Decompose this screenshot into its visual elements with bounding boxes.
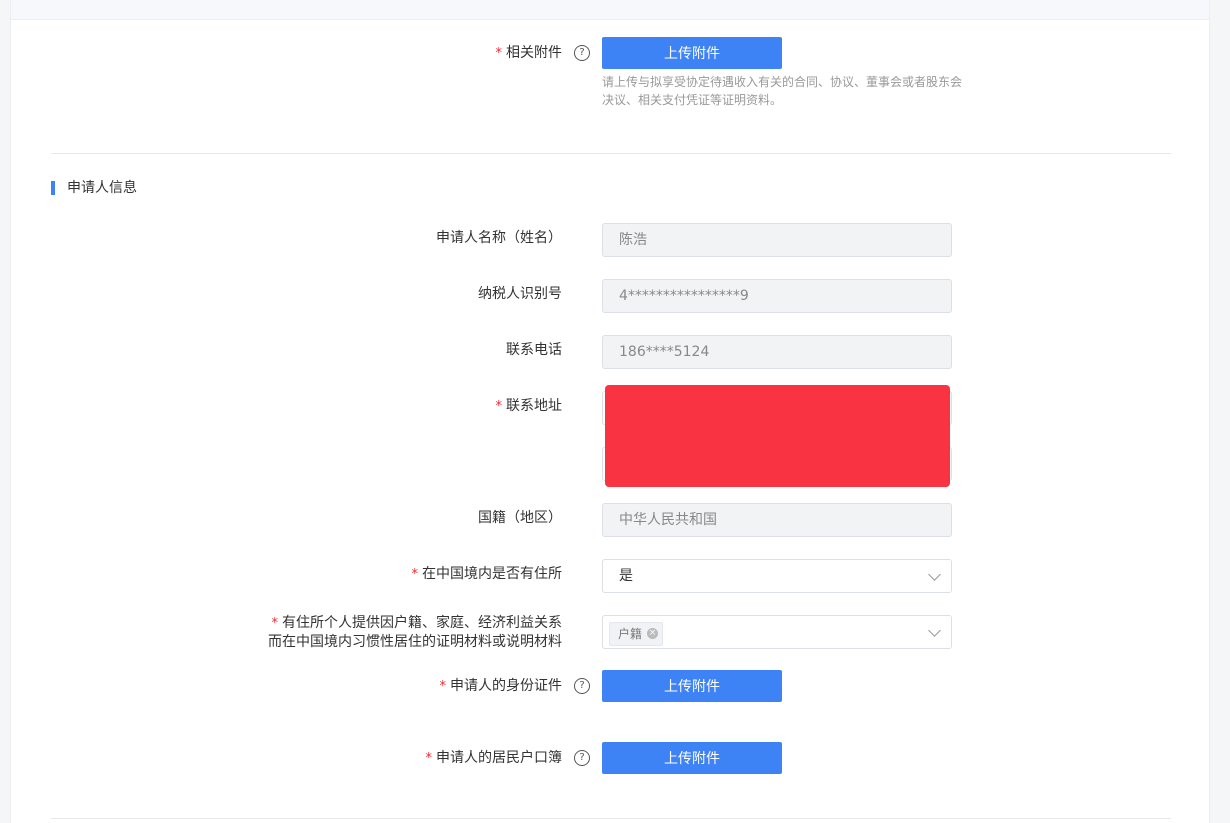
upload-household-button[interactable]: 上传附件 <box>602 742 782 774</box>
top-strip <box>10 0 1210 20</box>
tax-id-label: 纳税人识别号 <box>478 286 562 302</box>
proof-select[interactable]: 户籍 × <box>602 615 952 649</box>
redaction-block <box>605 385 950 487</box>
chevron-down-icon <box>928 568 941 581</box>
help-icon[interactable]: ? <box>574 750 590 766</box>
help-icon[interactable]: ? <box>574 45 590 61</box>
address-label: * 联系地址 <box>495 398 563 414</box>
section-divider <box>51 153 1171 154</box>
phone-label: 联系电话 <box>506 342 562 358</box>
chevron-down-icon <box>928 624 941 637</box>
form-card: * 相关附件 ? 上传附件 请上传与拟享受协定待遇收入有关的合同、协议、董事会或者… <box>10 20 1210 823</box>
help-icon[interactable]: ? <box>574 678 590 694</box>
attachments-hint: 请上传与拟享受协定待遇收入有关的合同、协议、董事会或者股东会决议、相关支付凭证等… <box>602 75 963 107</box>
upload-id-doc-button[interactable]: 上传附件 <box>602 670 782 702</box>
proof-label: * 有住所个人提供因户籍、家庭、经济利益关系 而在中国境内习惯性居住的证明材料或说… <box>268 615 562 650</box>
residence-select-value: 是 <box>619 568 633 584</box>
section-title-applicant: 申请人信息 <box>51 179 137 197</box>
household-label: * 申请人的居民户口簿 <box>425 750 563 766</box>
nationality-input[interactable]: 中华人民共和国 <box>602 503 952 537</box>
upload-attachments-button[interactable]: 上传附件 <box>602 37 782 69</box>
attachments-label: * 相关附件 <box>495 45 563 61</box>
applicant-name-input[interactable]: 陈浩 <box>602 223 952 257</box>
close-icon[interactable]: × <box>647 628 659 639</box>
tax-id-input[interactable]: 4****************9 <box>602 279 952 313</box>
section-divider <box>51 818 1171 819</box>
phone-input[interactable]: 186****5124 <box>602 335 952 369</box>
applicant-name-label: 申请人名称（姓名） <box>436 230 562 246</box>
residence-label: * 在中国境内是否有住所 <box>411 566 563 582</box>
id-doc-label: * 申请人的身份证件 <box>439 678 563 694</box>
residence-select[interactable]: 是 <box>602 559 952 593</box>
proof-tag: 户籍 × <box>609 622 664 646</box>
nationality-label: 国籍（地区） <box>478 510 562 526</box>
